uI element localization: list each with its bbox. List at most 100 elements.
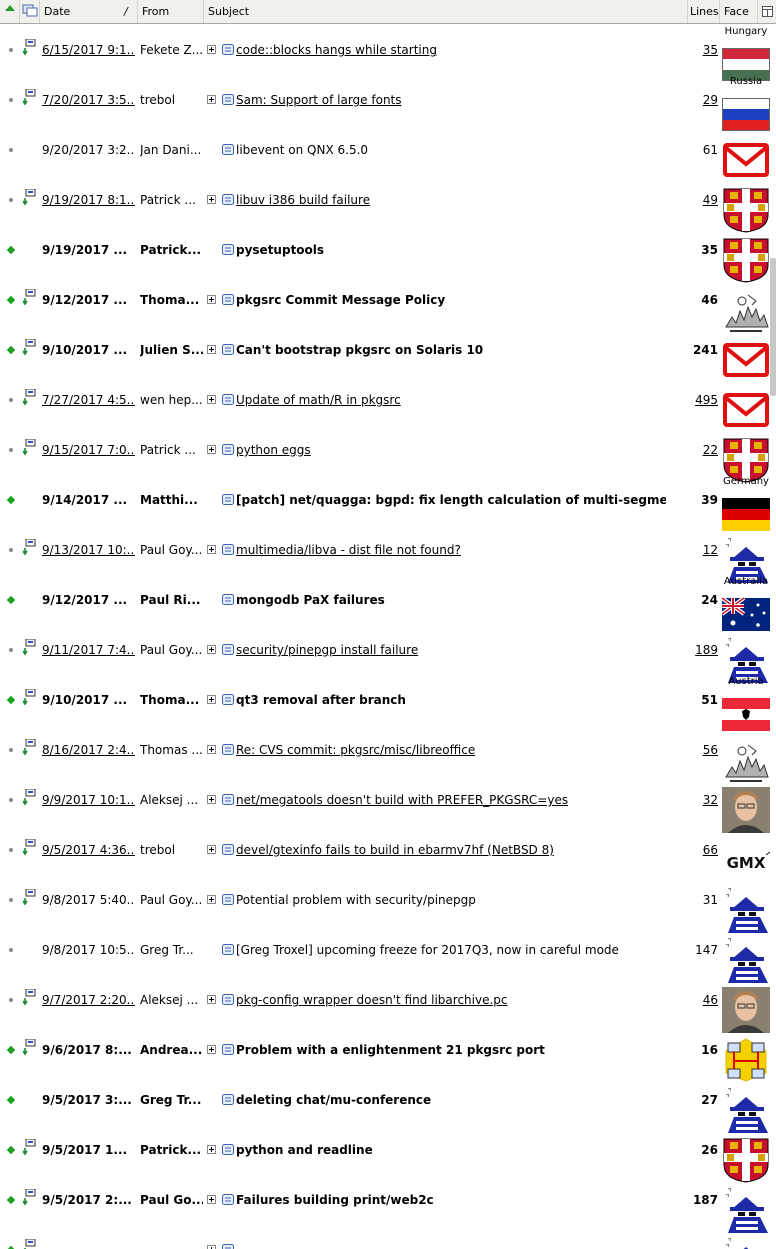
read-marker-icon[interactable] (9, 148, 13, 152)
message-subject[interactable]: pkgsrc Commit Message Policy (236, 293, 666, 308)
expand-thread-icon[interactable] (207, 95, 216, 104)
download-arrow-icon[interactable] (22, 288, 37, 306)
unread-marker-icon[interactable] (6, 695, 16, 705)
expand-thread-icon[interactable] (207, 645, 216, 654)
read-marker-icon[interactable] (9, 398, 13, 402)
download-arrow-icon[interactable] (22, 538, 37, 556)
message-subject[interactable]: net/megatools doesn't build with PREFER_… (236, 793, 666, 808)
message-subject[interactable]: mongodb PaX failures (236, 593, 666, 608)
expand-thread-icon[interactable] (207, 795, 216, 804)
read-marker-icon[interactable] (9, 798, 13, 802)
message-row[interactable]: 9/15/2017 7:0... Patrick ... python eggs 22 (0, 424, 776, 483)
download-arrow-icon[interactable] (22, 188, 37, 206)
message-subject[interactable]: devel/gtexinfo fails to build in ebarmv7… (236, 843, 666, 858)
expand-thread-icon[interactable] (207, 45, 216, 54)
unread-marker-icon[interactable] (6, 1195, 16, 1205)
date-column-header[interactable]: Date / (40, 0, 138, 23)
message-row[interactable]: 9/20/2017 3:2... Jan Dani... libevent on Q… (0, 124, 776, 177)
unread-marker-icon[interactable] (6, 245, 16, 255)
message-subject[interactable]: [Greg Troxel] upcoming freeze for 2017Q3… (236, 943, 666, 958)
unread-marker-icon[interactable] (6, 1045, 16, 1055)
expand-thread-icon[interactable] (207, 195, 216, 204)
unread-marker-icon[interactable] (6, 1145, 16, 1155)
message-row[interactable] (0, 1224, 776, 1249)
message-row[interactable]: 9/12/2017 ... Paul Ri... mongodb PaX failu… (0, 574, 776, 631)
expand-thread-icon[interactable] (207, 1195, 216, 1204)
message-subject[interactable]: Update of math/R in pkgsrc (236, 393, 666, 408)
download-arrow-icon[interactable] (22, 1038, 37, 1056)
message-row[interactable]: 9/19/2017 8:1... Patrick ... libuv i386 bu… (0, 174, 776, 233)
message-subject[interactable]: deleting chat/mu-conference (236, 1093, 666, 1108)
column-picker-button[interactable] (758, 0, 776, 23)
subject-column-header[interactable]: Subject (204, 0, 688, 23)
expand-thread-icon[interactable] (207, 1045, 216, 1054)
download-arrow-icon[interactable] (22, 638, 37, 656)
read-marker-icon[interactable] (9, 748, 13, 752)
message-list[interactable]: 6/15/2017 9:1... Fekete Z... code::blocks … (0, 24, 776, 1249)
message-row[interactable]: 9/5/2017 3:... Greg Tr... deleting chat/mu… (0, 1074, 776, 1133)
message-subject[interactable]: Failures building print/web2c (236, 1193, 666, 1208)
message-subject[interactable]: code::blocks hangs while starting (236, 43, 666, 58)
unread-marker-icon[interactable] (6, 295, 16, 305)
expand-thread-icon[interactable] (207, 295, 216, 304)
message-subject[interactable]: libevent on QNX 6.5.0 (236, 143, 666, 158)
message-row[interactable]: 9/9/2017 10:1... Aleksej ... net/megatools… (0, 774, 776, 833)
message-row[interactable]: 7/27/2017 4:5... wen hep... Update of math… (0, 374, 776, 427)
unread-marker-icon[interactable] (6, 1095, 16, 1105)
download-arrow-icon[interactable] (22, 338, 37, 356)
download-arrow-icon[interactable] (22, 388, 37, 406)
message-row[interactable]: 9/13/2017 10:... Paul Goy... multimedia/li… (0, 524, 776, 583)
read-marker-icon[interactable] (9, 848, 13, 852)
expand-thread-icon[interactable] (207, 695, 216, 704)
expand-thread-icon[interactable] (207, 1145, 216, 1154)
message-row[interactable]: 9/7/2017 2:20... Aleksej ... pkg-config wr… (0, 974, 776, 1033)
read-marker-icon[interactable] (9, 448, 13, 452)
download-arrow-icon[interactable] (22, 788, 37, 806)
expand-thread-icon[interactable] (207, 345, 216, 354)
expand-thread-icon[interactable] (207, 895, 216, 904)
message-subject[interactable]: Re: CVS commit: pkgsrc/misc/libreoffice (236, 743, 666, 758)
expand-thread-icon[interactable] (207, 1245, 216, 1249)
message-row[interactable]: 6/15/2017 9:1... Fekete Z... code::blocks … (0, 24, 776, 81)
message-row[interactable]: 9/5/2017 2:... Paul Go... Failures buildin… (0, 1174, 776, 1233)
download-arrow-icon[interactable] (22, 438, 37, 456)
message-subject[interactable]: pysetuptools (236, 243, 666, 258)
message-row[interactable]: 9/10/2017 ... Thoma... qt3 removal after b… (0, 674, 776, 731)
unread-marker-icon[interactable] (6, 495, 16, 505)
message-subject[interactable]: qt3 removal after branch (236, 693, 666, 708)
unread-marker-icon[interactable] (6, 595, 16, 605)
from-column-header[interactable]: From (138, 0, 204, 23)
message-subject[interactable]: Sam: Support of large fonts (236, 93, 666, 108)
expand-thread-icon[interactable] (207, 845, 216, 854)
message-row[interactable]: 9/19/2017 ... Patrick... pysetuptools 35 (0, 224, 776, 283)
download-arrow-icon[interactable] (22, 988, 37, 1006)
message-row[interactable]: 9/8/2017 10:5... Greg Tr... [Greg Troxel] … (0, 924, 776, 983)
download-arrow-icon[interactable] (22, 688, 37, 706)
message-row[interactable]: 9/5/2017 1... Patrick... python and readli… (0, 1124, 776, 1183)
read-marker-icon[interactable] (9, 998, 13, 1002)
message-subject[interactable]: python and readline (236, 1143, 666, 1158)
read-marker-icon[interactable] (9, 648, 13, 652)
read-marker-icon[interactable] (9, 98, 13, 102)
message-subject[interactable]: Problem with a enlightenment 21 pkgsrc p… (236, 1043, 666, 1058)
message-subject[interactable]: Can't bootstrap pkgsrc on Solaris 10 (236, 343, 666, 358)
download-arrow-icon[interactable] (23, 1238, 37, 1249)
download-arrow-icon[interactable] (22, 1188, 37, 1206)
read-marker-icon[interactable] (9, 948, 13, 952)
message-row[interactable]: 8/16/2017 2:4... Thomas ... Re: CVS commit… (0, 724, 776, 783)
message-subject[interactable]: pkg-config wrapper doesn't find libarchi… (236, 993, 666, 1008)
download-arrow-icon[interactable] (22, 88, 37, 106)
read-marker-icon[interactable] (9, 198, 13, 202)
download-arrow-icon[interactable] (22, 888, 37, 906)
message-subject[interactable]: python eggs (236, 443, 666, 458)
message-row[interactable]: 9/14/2017 ... Matthi... [patch] net/quagga… (0, 474, 776, 531)
expand-thread-icon[interactable] (207, 445, 216, 454)
read-marker-icon[interactable] (9, 548, 13, 552)
message-row[interactable]: 9/8/2017 5:40... Paul Goy... Potential pro… (0, 874, 776, 933)
message-row[interactable]: 9/5/2017 4:36... trebol devel/gtexinfo fai… (0, 824, 776, 883)
message-row[interactable]: 7/20/2017 3:5... trebol Sam: Support of la… (0, 74, 776, 131)
message-subject[interactable]: libuv i386 build failure (236, 193, 666, 208)
message-subject[interactable]: security/pinepgp install failure (236, 643, 666, 658)
scrollbar-thumb[interactable] (770, 258, 776, 396)
message-row[interactable]: 9/12/2017 ... Thoma... pkgsrc Commit Messa… (0, 274, 776, 333)
